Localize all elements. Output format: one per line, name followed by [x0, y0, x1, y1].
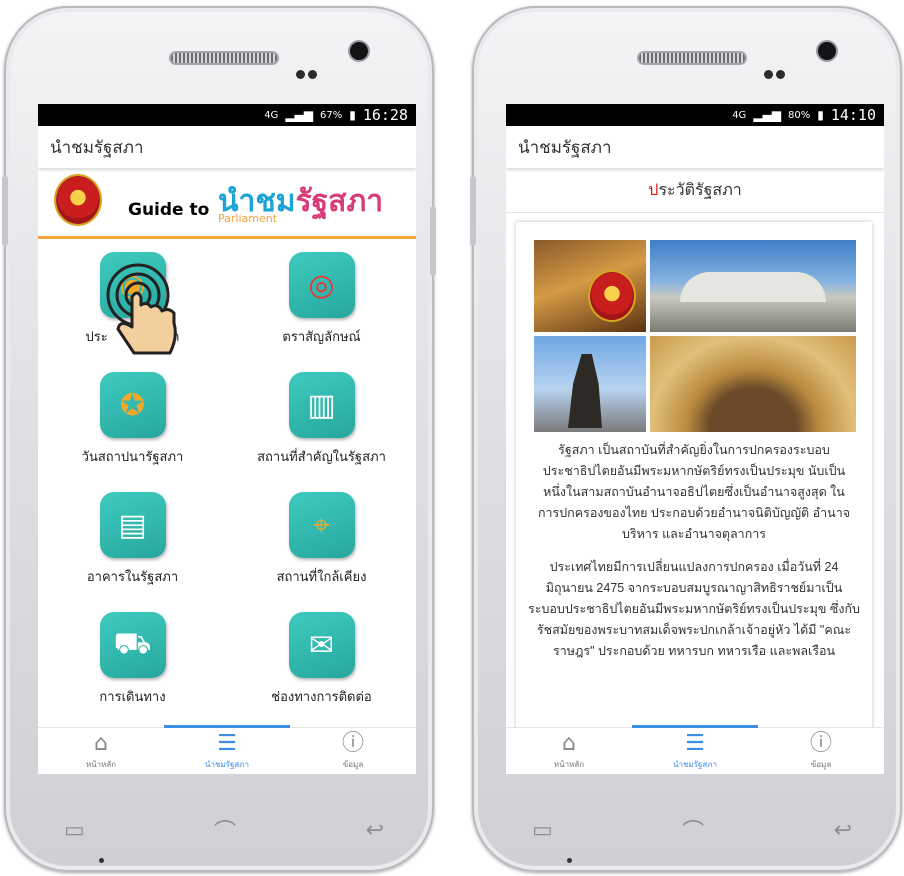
- network-indicator: 4G: [264, 109, 279, 121]
- menu-key-icon[interactable]: ▭: [532, 818, 553, 843]
- buildings-icon: ▥: [288, 372, 355, 438]
- nav-item-info[interactable]: ⓘ ข้อมูล: [290, 728, 416, 774]
- photo-chamber-seal: [534, 240, 646, 332]
- bottom-navigation: ⌂ หน้าหลัก ☰ นำชมรัฐสภา ⓘ ข้อมูล: [506, 725, 884, 774]
- photo-monument: [534, 336, 646, 432]
- battery-icon: ▮: [817, 108, 824, 122]
- front-camera: [818, 42, 836, 60]
- photo-parliament-exterior: [650, 240, 856, 332]
- page-title-rest: ระวัติรัฐสภา: [658, 181, 742, 199]
- menu-tile-contact[interactable]: ✉ ช่องทางการติดต่อ: [227, 599, 416, 719]
- menu-label-landmarks: สถานที่สำคัญในรัฐสภา: [257, 449, 386, 464]
- menu-label-buildings: อาคารในรัฐสภา: [86, 569, 179, 584]
- active-tab-indicator: [632, 725, 758, 728]
- history-paragraph-1: รัฐสภา เป็นสถาบันที่สำคัญยิ่งในการปกครอง…: [537, 443, 851, 541]
- award-ribbon-icon: ✪: [99, 372, 166, 438]
- phone-right: 4G ▂▄▆ 80% ▮ 14:10 นำชมรัฐสภา ประวัติรัฐ…: [470, 6, 902, 872]
- nav-item-info[interactable]: ⓘ ข้อมูล: [758, 728, 884, 774]
- menu-label-nearby: สถานที่ใกล้เคียง: [276, 569, 367, 584]
- menu-key-icon[interactable]: ▭: [64, 818, 85, 843]
- home-key-icon[interactable]: ⌒: [682, 814, 704, 846]
- status-bar: 4G ▂▄▆ 67% ▮ 16:28: [38, 104, 416, 126]
- photo-collage: [534, 240, 856, 432]
- battery-percent: 67%: [320, 109, 343, 121]
- info-icon: ⓘ: [809, 731, 832, 756]
- banner-guide-text: Guide to: [128, 200, 210, 220]
- menu-tile-history[interactable]: ◉ ประภา: [38, 239, 227, 359]
- microphone: [99, 858, 104, 863]
- banner-subtitle: Parliament: [218, 212, 278, 225]
- front-camera: [350, 42, 368, 60]
- menu-tile-nearby[interactable]: ⌖ สถานที่ใกล้เคียง: [227, 479, 416, 599]
- volume-button: [470, 176, 476, 246]
- status-bar: 4G ▂▄▆ 80% ▮ 14:10: [506, 104, 884, 126]
- emblem-icon: ◎: [288, 252, 355, 318]
- microphone: [567, 858, 572, 863]
- map-pin-icon: ⌖: [288, 492, 355, 558]
- history-article: รัฐสภา เป็นสถาบันที่สำคัญยิ่งในการปกครอง…: [516, 440, 872, 674]
- tap-hand-icon: [106, 263, 177, 355]
- car-icon: ⛟: [99, 612, 166, 678]
- back-key-icon[interactable]: ↩: [834, 818, 852, 843]
- app-banner: Guide to นำชมรัฐสภา Parliament: [38, 168, 416, 239]
- clock: 14:10: [830, 106, 876, 124]
- nav-label-tour: นำชมรัฐสภา: [204, 760, 250, 769]
- earpiece-speaker: [637, 51, 747, 65]
- volume-button: [2, 176, 8, 246]
- parliament-building-icon: ▤: [99, 492, 166, 558]
- phone-left: 4G ▂▄▆ 67% ▮ 16:28 นำชมรัฐสภา Guide to น…: [2, 6, 436, 872]
- screen-history: 4G ▂▄▆ 80% ▮ 14:10 นำชมรัฐสภา ประวัติรัฐ…: [506, 104, 884, 774]
- power-button: [430, 206, 436, 276]
- history-card: รัฐสภา เป็นสถาบันที่สำคัญยิ่งในการปกครอง…: [516, 222, 872, 742]
- signal-icon: ▂▄▆: [285, 108, 313, 122]
- hardware-keys: ▭ ⌒ ↩: [532, 818, 852, 846]
- menu-tile-emblem[interactable]: ◎ ตราสัญลักษณ์: [227, 239, 416, 359]
- screen-main-menu: 4G ▂▄▆ 67% ▮ 16:28 นำชมรัฐสภา Guide to น…: [38, 104, 416, 774]
- menu-tile-travel[interactable]: ⛟ การเดินทาง: [38, 599, 227, 719]
- parliament-seal-logo: [56, 176, 100, 224]
- network-indicator: 4G: [732, 109, 747, 121]
- home-icon: ⌂: [94, 731, 108, 756]
- app-bar-title: นำชมรัฐสภา: [38, 126, 416, 168]
- photo-assembly-hall: [650, 336, 856, 432]
- active-tab-indicator: [164, 725, 290, 728]
- nav-item-home[interactable]: ⌂ หน้าหลัก: [38, 728, 164, 774]
- menu-label-travel: การเดินทาง: [99, 689, 166, 704]
- back-key-icon[interactable]: ↩: [366, 818, 384, 843]
- hardware-keys: ▭ ⌒ ↩: [64, 818, 384, 846]
- menu-tile-landmarks[interactable]: ▥ สถานที่สำคัญในรัฐสภา: [227, 359, 416, 479]
- mail-contact-icon: ✉: [288, 612, 355, 678]
- page-title-initial: ป: [648, 181, 659, 199]
- nav-label-home: หน้าหลัก: [553, 760, 585, 769]
- menu-tile-buildings[interactable]: ▤ อาคารในรัฐสภา: [38, 479, 227, 599]
- earpiece-speaker: [169, 51, 279, 65]
- list-icon: ☰: [217, 731, 237, 756]
- menu-label-contact: ช่องทางการติดต่อ: [271, 689, 372, 704]
- sensors: [296, 64, 326, 79]
- sensors: [764, 64, 794, 79]
- info-icon: ⓘ: [341, 731, 364, 756]
- list-icon: ☰: [685, 731, 705, 756]
- nav-label-info: ข้อมูล: [810, 760, 832, 769]
- app-bar-title: นำชมรัฐสภา: [506, 126, 884, 168]
- nav-item-tour[interactable]: ☰ นำชมรัฐสภา: [632, 725, 758, 774]
- battery-percent: 80%: [788, 109, 811, 121]
- home-key-icon[interactable]: ⌒: [214, 814, 236, 846]
- bottom-navigation: ⌂ หน้าหลัก ☰ นำชมรัฐสภา ⓘ ข้อมูล: [38, 725, 416, 774]
- nav-label-tour: นำชมรัฐสภา: [672, 760, 718, 769]
- menu-tile-founding-day[interactable]: ✪ วันสถาปนารัฐสภา: [38, 359, 227, 479]
- page-title: ประวัติรัฐสภา: [506, 168, 884, 213]
- home-icon: ⌂: [562, 731, 576, 756]
- signal-icon: ▂▄▆: [753, 108, 781, 122]
- battery-icon: ▮: [349, 108, 356, 122]
- menu-label-emblem: ตราสัญลักษณ์: [282, 329, 361, 344]
- parliament-seal-logo: [590, 272, 634, 320]
- history-paragraph-2: ประเทศไทยมีการเปลี่ยนแปลงการปกครอง เมื่อ…: [528, 560, 860, 658]
- nav-item-home[interactable]: ⌂ หน้าหลัก: [506, 728, 632, 774]
- menu-label-founding-day: วันสถาปนารัฐสภา: [81, 449, 184, 464]
- nav-label-info: ข้อมูล: [342, 760, 364, 769]
- nav-item-tour[interactable]: ☰ นำชมรัฐสภา: [164, 725, 290, 774]
- nav-label-home: หน้าหลัก: [85, 760, 117, 769]
- clock: 16:28: [362, 106, 408, 124]
